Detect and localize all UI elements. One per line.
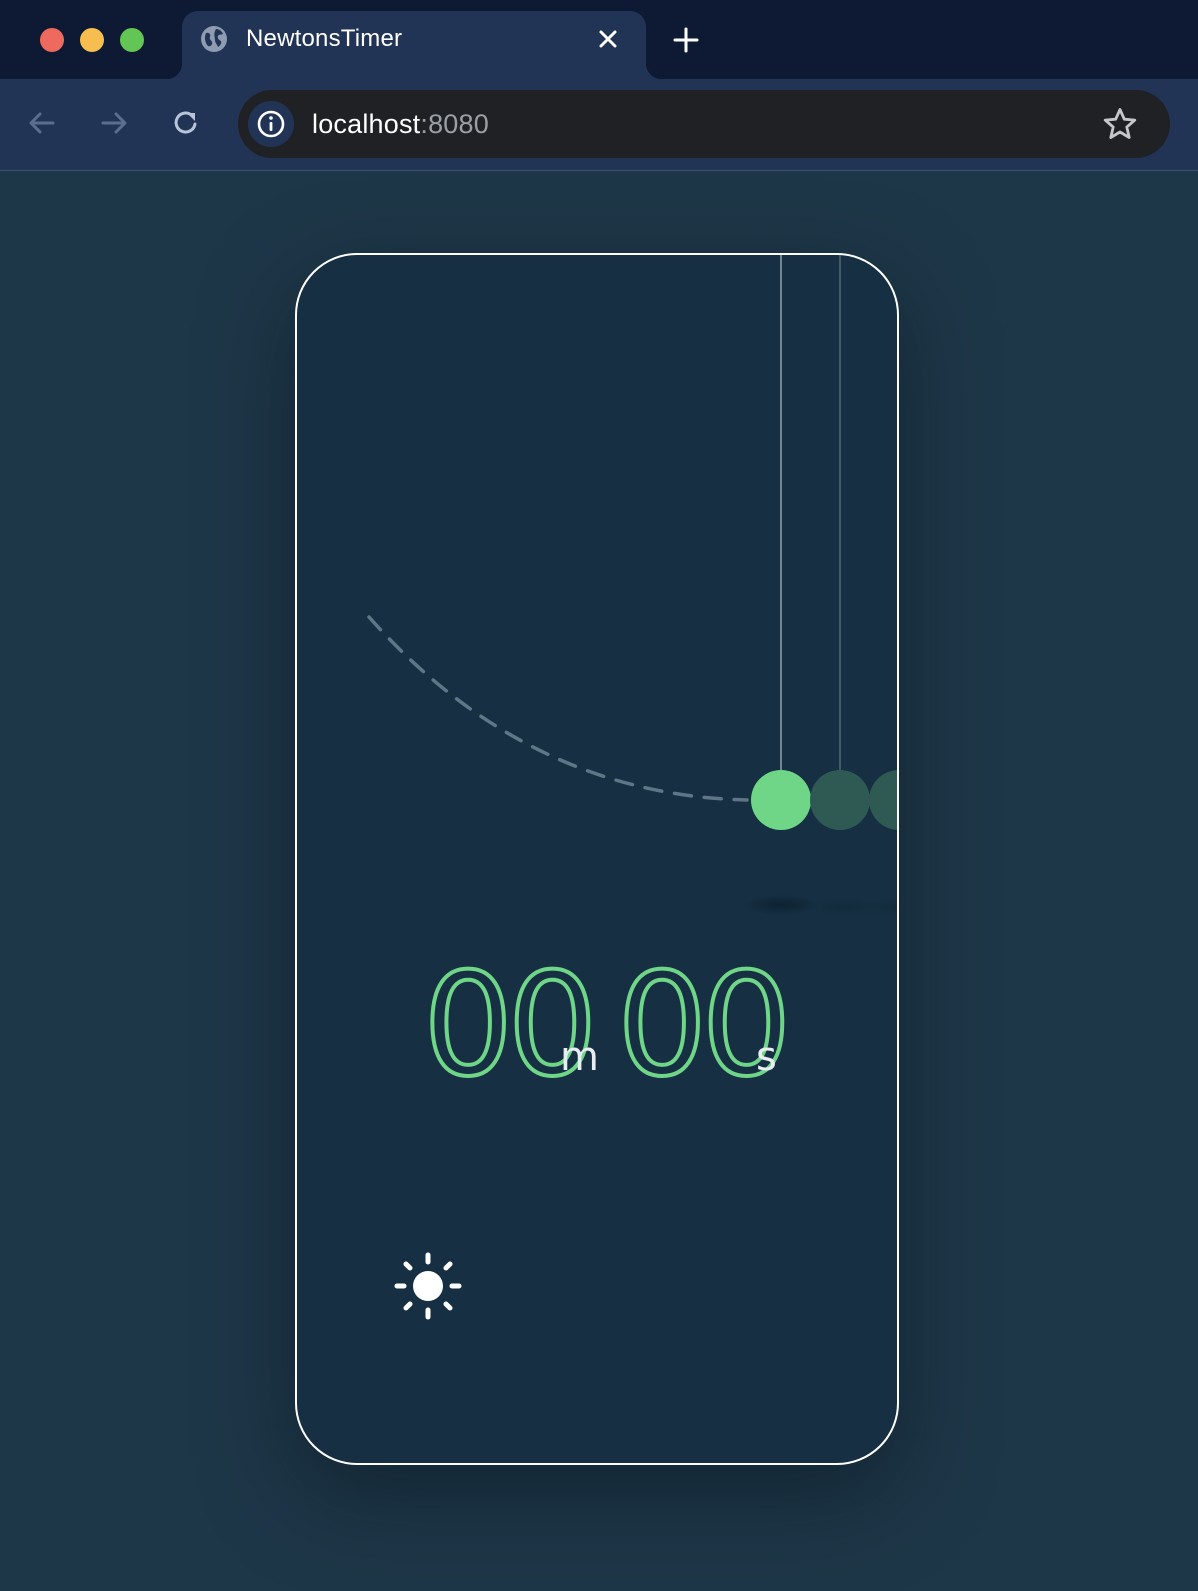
sun-icon[interactable]	[393, 1251, 463, 1321]
pendulum-ball	[810, 770, 870, 830]
timer-minutes-unit: m	[560, 1034, 599, 1080]
tab-newtonstimer[interactable]: NewtonsTimer	[166, 11, 662, 79]
tab-title: NewtonsTimer	[246, 25, 403, 52]
url-port: :8080	[420, 109, 489, 139]
close-window-button[interactable]	[40, 28, 64, 52]
arrow-right-icon[interactable]	[98, 107, 130, 139]
minimize-window-button[interactable]	[80, 28, 104, 52]
reload-icon[interactable]	[170, 107, 202, 139]
timer-card: 00 m 00 s	[295, 253, 899, 1465]
address-bar[interactable]: localhost:8080	[238, 90, 1170, 158]
globe-icon	[201, 26, 227, 52]
pendulum-ball-active	[751, 770, 811, 830]
url-host: localhost	[312, 109, 421, 139]
pendulum-ball	[869, 770, 897, 830]
arrow-left-icon[interactable]	[26, 107, 58, 139]
swing-arc	[367, 615, 749, 802]
maximize-window-button[interactable]	[120, 28, 144, 52]
browser-window: NewtonsTimer localhost:8080 00 m 00 s	[0, 0, 1198, 1591]
info-icon	[257, 110, 285, 138]
timer-display: 00 m 00 s	[297, 953, 897, 1099]
timer-seconds-unit: s	[756, 1034, 777, 1080]
star-icon[interactable]	[1102, 106, 1138, 142]
page-viewport: 00 m 00 s	[0, 171, 1198, 1591]
url-text: localhost:8080	[312, 109, 489, 139]
site-info-button[interactable]	[248, 101, 294, 147]
plus-icon[interactable]	[672, 26, 700, 54]
browser-toolbar: localhost:8080	[0, 79, 1198, 171]
newtons-cradle[interactable]	[297, 255, 897, 955]
tab-strip: NewtonsTimer	[0, 0, 1198, 79]
close-icon[interactable]	[596, 27, 620, 51]
